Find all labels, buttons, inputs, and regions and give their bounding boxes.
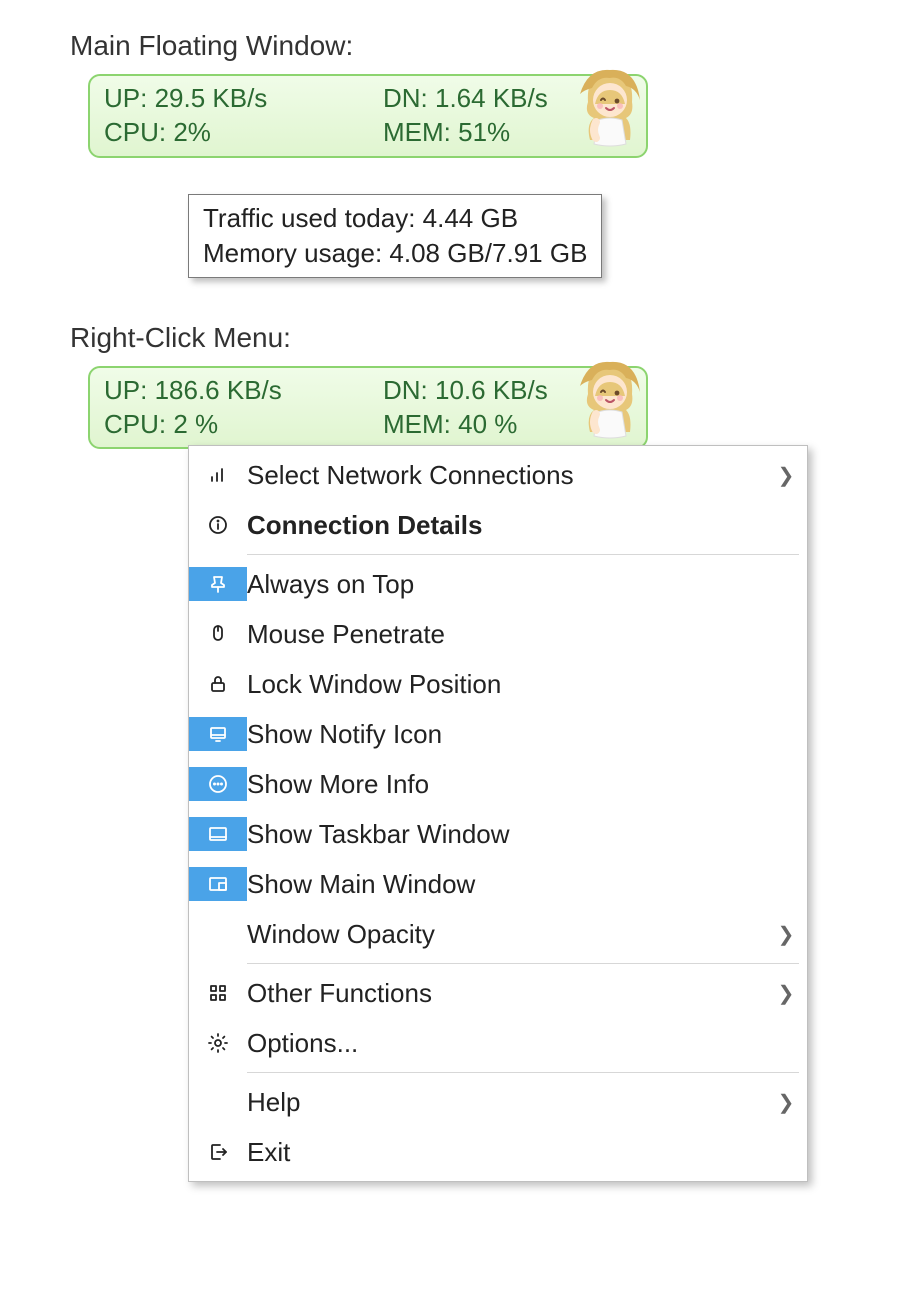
menu-label: Show Notify Icon bbox=[247, 719, 771, 750]
menu-item-select-network-connections[interactable]: Select Network Connections ❯ bbox=[189, 450, 807, 500]
chevron-right-icon: ❯ bbox=[771, 922, 801, 947]
menu-item-options[interactable]: Options... bbox=[189, 1018, 807, 1068]
menu-label: Options... bbox=[247, 1028, 771, 1059]
blank-icon bbox=[189, 1085, 247, 1119]
signal-bars-icon bbox=[189, 458, 247, 492]
chevron-right-icon: ❯ bbox=[771, 463, 801, 488]
more-circle-icon bbox=[189, 767, 247, 801]
stat-memory: MEM: 40 % bbox=[383, 408, 632, 442]
menu-separator bbox=[247, 963, 799, 964]
gear-icon bbox=[189, 1026, 247, 1060]
floating-window-2[interactable]: UP: 186.6 KB/s DN: 10.6 KB/s CPU: 2 % ME… bbox=[88, 366, 648, 450]
stat-upload: UP: 29.5 KB/s bbox=[104, 82, 353, 116]
menu-item-lock-window-position[interactable]: Lock Window Position bbox=[189, 659, 807, 709]
menu-item-show-main-window[interactable]: Show Main Window bbox=[189, 859, 807, 909]
menu-item-always-on-top[interactable]: Always on Top bbox=[189, 559, 807, 609]
stat-upload: UP: 186.6 KB/s bbox=[104, 374, 353, 408]
menu-label: Mouse Penetrate bbox=[247, 619, 771, 650]
menu-item-connection-details[interactable]: Connection Details bbox=[189, 500, 807, 550]
menu-item-mouse-penetrate[interactable]: Mouse Penetrate bbox=[189, 609, 807, 659]
menu-item-window-opacity[interactable]: Window Opacity ❯ bbox=[189, 909, 807, 959]
menu-item-exit[interactable]: Exit bbox=[189, 1127, 807, 1177]
info-icon bbox=[189, 508, 247, 542]
blank-icon bbox=[189, 917, 247, 951]
grid-icon bbox=[189, 976, 247, 1010]
chevron-right-icon: ❯ bbox=[771, 981, 801, 1006]
section-label-main-floating-window: Main Floating Window: bbox=[70, 30, 842, 62]
stat-cpu: CPU: 2% bbox=[104, 116, 353, 150]
context-menu: Select Network Connections ❯ Connection … bbox=[188, 445, 808, 1182]
tooltip: Traffic used today: 4.44 GB Memory usage… bbox=[188, 194, 602, 278]
lock-icon bbox=[189, 667, 247, 701]
menu-label: Show More Info bbox=[247, 769, 771, 800]
menu-label: Help bbox=[247, 1087, 771, 1118]
menu-separator bbox=[247, 1072, 799, 1073]
menu-item-help[interactable]: Help ❯ bbox=[189, 1077, 807, 1127]
menu-label: Select Network Connections bbox=[247, 460, 771, 491]
menu-label: Exit bbox=[247, 1137, 771, 1168]
menu-label: Window Opacity bbox=[247, 919, 771, 950]
menu-label: Show Main Window bbox=[247, 869, 771, 900]
menu-item-show-taskbar-window[interactable]: Show Taskbar Window bbox=[189, 809, 807, 859]
stat-cpu: CPU: 2 % bbox=[104, 408, 353, 442]
exit-icon bbox=[189, 1135, 247, 1169]
menu-label: Lock Window Position bbox=[247, 669, 771, 700]
floating-window-1[interactable]: UP: 29.5 KB/s DN: 1.64 KB/s CPU: 2% MEM:… bbox=[88, 74, 648, 158]
stat-download: DN: 1.64 KB/s bbox=[383, 82, 632, 116]
window-icon bbox=[189, 867, 247, 901]
menu-item-other-functions[interactable]: Other Functions ❯ bbox=[189, 968, 807, 1018]
menu-label: Show Taskbar Window bbox=[247, 819, 771, 850]
menu-item-show-more-info[interactable]: Show More Info bbox=[189, 759, 807, 809]
stat-memory: MEM: 51% bbox=[383, 116, 632, 150]
menu-label: Other Functions bbox=[247, 978, 771, 1009]
taskbar-icon bbox=[189, 817, 247, 851]
chevron-right-icon: ❯ bbox=[771, 1090, 801, 1115]
menu-item-show-notify-icon[interactable]: Show Notify Icon bbox=[189, 709, 807, 759]
menu-separator bbox=[247, 554, 799, 555]
tooltip-memory: Memory usage: 4.08 GB/7.91 GB bbox=[203, 236, 587, 271]
pin-icon bbox=[189, 567, 247, 601]
section-label-right-click-menu: Right-Click Menu: bbox=[70, 322, 842, 354]
stat-download: DN: 10.6 KB/s bbox=[383, 374, 632, 408]
tooltip-traffic: Traffic used today: 4.44 GB bbox=[203, 201, 587, 236]
tray-icon bbox=[189, 717, 247, 751]
menu-label: Always on Top bbox=[247, 569, 771, 600]
mouse-icon bbox=[189, 617, 247, 651]
menu-label: Connection Details bbox=[247, 510, 771, 541]
